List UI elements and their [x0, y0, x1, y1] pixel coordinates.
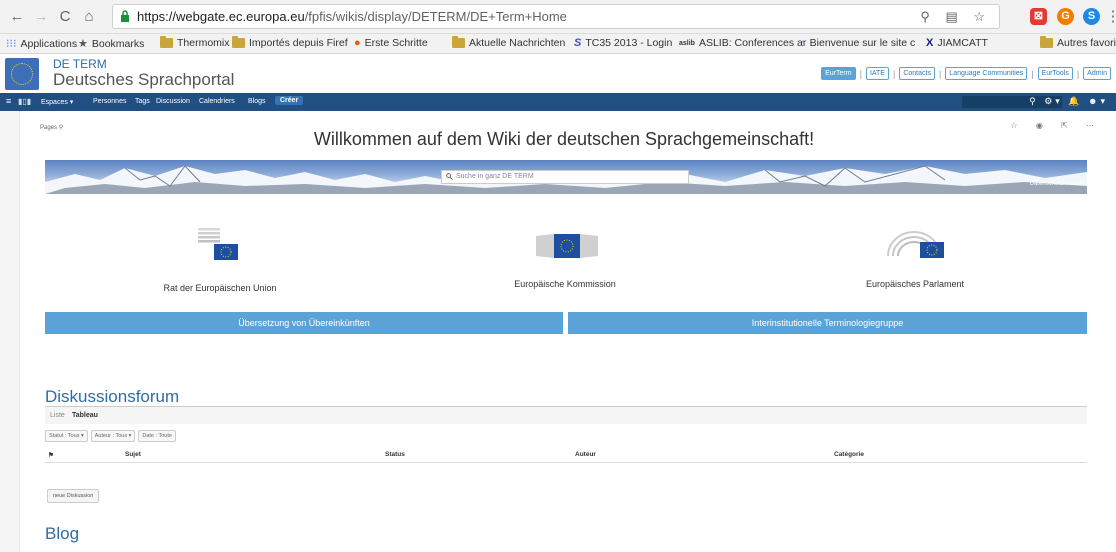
tab-tableau[interactable]: Tableau	[72, 412, 98, 419]
apps-grid-icon: ⁝⁝⁝	[6, 38, 17, 50]
commission-logo-icon[interactable]	[536, 230, 598, 260]
forum-tabs: Liste Tableau	[45, 406, 1087, 424]
home-icon[interactable]: ⌂	[80, 8, 98, 26]
institution-commission[interactable]: Europäische Kommission	[480, 279, 650, 289]
lock-icon	[121, 10, 129, 22]
bookmark-applications[interactable]: ⁝⁝⁝ Applications	[6, 37, 77, 51]
bookmark-bookmarks[interactable]: ★ Bookmarks	[78, 37, 144, 51]
aslib-icon: aslib	[679, 39, 695, 47]
folder-icon	[232, 36, 245, 48]
council-logo-icon[interactable]	[198, 228, 240, 260]
privacy-link[interactable]: Datenschutzhinweis	[1030, 181, 1083, 187]
nav-calendriers[interactable]: Calendriers	[199, 98, 235, 105]
header-link-eurtools[interactable]: EurTools	[1037, 67, 1073, 80]
tab-liste[interactable]: Liste	[50, 412, 65, 419]
bookmarks-bar: ⁝⁝⁝ Applications ★ Bookmarks Thermomix Imp…	[0, 34, 1116, 54]
app-logo-icon[interactable]: ▮▯▮	[18, 97, 31, 106]
sidebar-strip[interactable]	[0, 111, 20, 552]
bookmark-aktuelle-nachrichten[interactable]: Aktuelle Nachrichten	[452, 36, 565, 49]
nav-personnes[interactable]: Personnes	[93, 98, 126, 105]
header-link-language-communities[interactable]: Language Communities	[945, 67, 1028, 80]
s-logo-icon: S	[574, 37, 582, 49]
bookmark-jiamcatt[interactable]: X JIAMCATT	[926, 37, 988, 49]
header-link-eurterm[interactable]: EurTerm	[821, 67, 856, 80]
folder-icon	[160, 36, 173, 48]
eu-flag-logo[interactable]	[5, 58, 39, 90]
tag-icon: ⚑	[48, 452, 54, 459]
reload-icon[interactable]: C	[56, 8, 74, 26]
header-link-iate[interactable]: IATE	[865, 67, 889, 80]
extension-icon-2[interactable]: G	[1057, 8, 1074, 25]
filter-status[interactable]: Statut : Tous ▾	[45, 430, 88, 442]
treaty-translation-button[interactable]: Übersetzung von Übereinkünften	[45, 312, 563, 334]
bookmark-erste-schritte[interactable]: ● Erste Schritte	[354, 37, 428, 49]
bookmark-importes[interactable]: Importés depuis Firef	[232, 36, 348, 49]
forum-table-header: ⚑ Sujet Status Auteur Catégorie	[45, 449, 1087, 463]
header-link-contacts[interactable]: Contacts	[899, 67, 935, 80]
create-button[interactable]: Créer	[275, 96, 304, 105]
browser-toolbar: ← → C ⌂ https://webgate.ec.europa.eu/fpf…	[0, 0, 1116, 34]
forum-heading: Diskussionsforum	[45, 387, 180, 406]
parliament-logo-icon[interactable]	[886, 228, 944, 258]
header-links: EurTerm | IATE | Contacts | Language Commun…	[821, 67, 1111, 80]
blog-heading: Blog	[45, 524, 80, 543]
filter-date[interactable]: Date : Toute	[138, 430, 176, 442]
new-discussion-button[interactable]: neue Diskussion	[47, 489, 100, 503]
address-bar[interactable]: https://webgate.ec.europa.eu/fpfis/wikis…	[112, 4, 1000, 29]
bookmark-autres-favoris[interactable]: Autres favoris	[1040, 36, 1116, 49]
x-logo-icon: X	[926, 37, 934, 49]
folder-icon	[452, 36, 465, 48]
nav-discussion[interactable]: Discussion	[156, 98, 190, 105]
extension-icon-3[interactable]: S	[1083, 8, 1100, 25]
site-title[interactable]: Deutsches Sprachportal	[53, 70, 234, 90]
url-path: /fpfis/wikis/display/DETERM/DE+Term+Home	[304, 9, 567, 24]
extension-icon-1[interactable]: ⊠	[1030, 8, 1047, 25]
circle-icon: ◔	[799, 37, 806, 49]
firefox-icon: ●	[354, 37, 361, 49]
column-author[interactable]: Auteur	[575, 451, 596, 458]
search-placeholder: Suche in ganz DE TERM	[456, 173, 534, 180]
url-host: https://webgate.ec.europa.eu	[137, 9, 305, 24]
search-icon	[446, 173, 453, 180]
search-input[interactable]: Suche in ganz DE TERM	[441, 170, 689, 184]
nav-blogs[interactable]: Blogs	[248, 98, 266, 105]
back-icon[interactable]: ←	[8, 8, 26, 26]
column-category[interactable]: Catégorie	[834, 451, 864, 458]
bookmark-bienvenue[interactable]: ◔ Bienvenue sur le site c	[799, 37, 915, 49]
bookmark-aslib[interactable]: aslib ASLIB: Conferences ar	[679, 37, 806, 49]
terminology-group-button[interactable]: Interinstitutionelle Terminologiegruppe	[568, 312, 1087, 334]
menu-icon[interactable]: ⋮	[1104, 8, 1116, 26]
mountain-banner: Suche in ganz DE TERM Datenschutzhinweis	[45, 160, 1087, 194]
bookmark-thermomix[interactable]: Thermomix	[160, 36, 230, 49]
star-icon: ★	[78, 38, 88, 50]
institution-parliament[interactable]: Europäisches Parlament	[830, 279, 1000, 289]
institution-council[interactable]: Rat der Europäischen Union	[140, 283, 300, 293]
folder-icon	[1040, 36, 1053, 48]
nav-espaces[interactable]: Espaces ▾	[41, 98, 73, 106]
forum-filters: Statut : Tous ▾ Auteur : Tous ▾ Date : T…	[45, 430, 176, 442]
bookmark-tc35[interactable]: S TC35 2013 - Login	[574, 37, 672, 49]
main-nav: ≡ ▮▯▮ Espaces ▾ Personnes Tags Discussio…	[0, 93, 1116, 111]
page-title: Willkommen auf dem Wiki der deutschen Sp…	[313, 129, 815, 149]
header-link-admin[interactable]: Admin	[1083, 67, 1111, 80]
column-subject[interactable]: Sujet	[125, 451, 141, 458]
menu-icon[interactable]: ≡	[6, 96, 11, 106]
filter-author[interactable]: Auteur : Tous ▾	[90, 430, 136, 442]
site-title-small[interactable]: DE TERM	[53, 57, 107, 71]
nav-tags[interactable]: Tags	[135, 98, 150, 105]
site-header: DE TERM Deutsches Sprachportal EurTerm | …	[0, 55, 1116, 93]
forward-icon[interactable]: →	[32, 8, 50, 26]
nav-user-icons[interactable]: ⚲ ⚙▾ 🔔 ☻▾	[1029, 96, 1108, 107]
column-status[interactable]: Status	[385, 451, 405, 458]
address-bar-actions[interactable]: ⚲ ▤ ☆	[920, 9, 991, 25]
